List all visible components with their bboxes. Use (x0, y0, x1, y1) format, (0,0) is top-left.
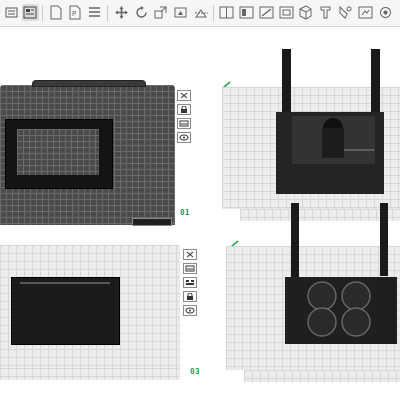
assembly-icon[interactable] (336, 4, 353, 21)
svg-text:P: P (72, 10, 76, 18)
3d-canvas[interactable]: 01 03 (0, 27, 400, 400)
plate-settings-icon[interactable] (177, 118, 191, 129)
split-objects-icon[interactable] (47, 4, 64, 21)
plate-01-label: 01 (180, 208, 190, 217)
top-toolbar: P (0, 0, 400, 27)
edit-plate-icon[interactable] (230, 233, 240, 248)
close-icon[interactable] (177, 90, 191, 101)
plate-01-icons (177, 90, 191, 143)
move-icon[interactable] (113, 4, 130, 21)
cut-icon[interactable] (193, 4, 210, 21)
plate-03-lower (0, 368, 180, 380)
plate-03-model-lid[interactable] (11, 277, 120, 345)
layers-icon[interactable] (86, 4, 103, 21)
scale-icon[interactable] (152, 4, 169, 21)
plate-settings-icon[interactable] (183, 263, 197, 274)
plate-03-icons (183, 249, 197, 316)
plate-01-model-frame[interactable] (5, 119, 113, 189)
mesh-boolean-icon[interactable] (218, 4, 235, 21)
plate-03-label: 03 (190, 367, 200, 376)
rotate-icon[interactable] (133, 4, 150, 21)
arrange-icon[interactable] (22, 4, 39, 21)
plate-04-model[interactable] (282, 200, 400, 346)
paint-icon[interactable] (357, 4, 374, 21)
plate-01-bottom-strip (132, 218, 172, 226)
close-icon[interactable] (183, 249, 197, 260)
measure-icon[interactable] (318, 4, 335, 21)
support-paint-icon[interactable] (238, 4, 255, 21)
split-parts-icon[interactable]: P (66, 4, 83, 21)
add-plate-icon[interactable] (4, 4, 21, 21)
eye-icon[interactable] (177, 132, 191, 143)
lock-icon[interactable] (177, 104, 191, 115)
plate-01-top-rail (32, 80, 146, 87)
plate-02-model[interactable] (270, 46, 395, 196)
lock-icon[interactable] (183, 291, 197, 302)
text-icon[interactable] (297, 4, 314, 21)
arrange-plate-icon[interactable] (183, 277, 197, 288)
lay-on-face-icon[interactable] (172, 4, 189, 21)
plate-04-lower (244, 370, 400, 382)
view-icon[interactable] (377, 4, 394, 21)
seam-paint-icon[interactable] (258, 4, 275, 21)
edit-plate-icon[interactable] (222, 74, 232, 89)
fuzzy-skin-icon[interactable] (278, 4, 295, 21)
eye-icon[interactable] (183, 305, 197, 316)
